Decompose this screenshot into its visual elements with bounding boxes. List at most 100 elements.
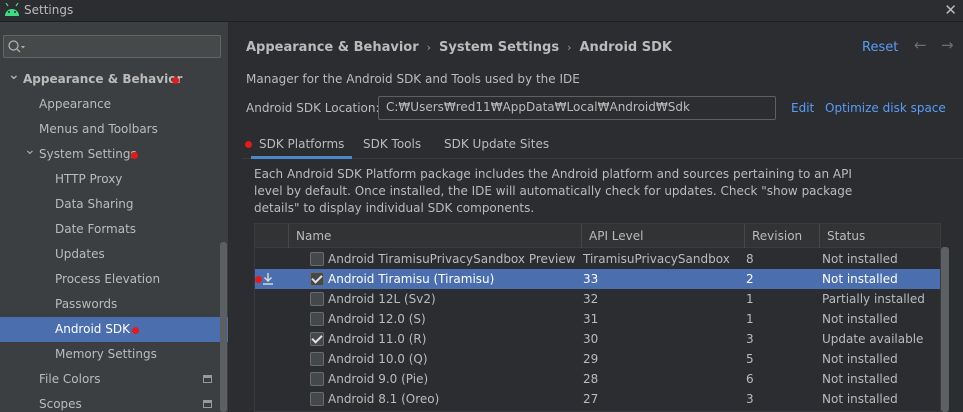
sidebar-item-label: Date Formats [55,222,137,236]
cell-api: 27 [583,392,599,406]
download-icon [263,273,273,285]
marker-dot [255,276,262,283]
sidebar-item-label: Appearance & Behavior [23,72,183,86]
platform-checkbox[interactable] [310,312,324,326]
table-row[interactable]: Android 12.0 (S) 31 1 Not installed [255,309,940,329]
cell-name: Android 12.0 (S) [328,312,426,326]
breadcrumb-item: Android SDK [579,40,672,55]
tab-sdk-update-sites[interactable]: SDK Update Sites [436,132,557,159]
sidebar-item[interactable]: Android SDK [0,317,228,342]
sidebar-item-label: HTTP Proxy [55,172,123,186]
sidebar-item-label: Android SDK [55,322,130,336]
reset-link[interactable]: Reset [862,40,898,55]
chevron-down-icon[interactable]: ⌄ [24,138,36,163]
sidebar-item-label: Updates [55,247,105,261]
table-row[interactable]: Android 9.0 (Pie) 28 6 Not installed [255,369,940,389]
cell-status: Not installed [822,372,898,386]
cell-name: Android 8.1 (Oreo) [328,392,440,406]
table-row[interactable]: Android 11.0 (R) 30 3 Update available [255,329,940,349]
panel-description: Each Android SDK Platform package includ… [254,167,853,215]
cell-status: Partially installed [822,292,925,306]
close-icon[interactable]: ✕ [944,1,957,19]
breadcrumb-separator: › [426,41,432,54]
sidebar-item[interactable]: Data Sharing [0,192,228,217]
cell-status: Not installed [822,272,898,286]
platform-checkbox[interactable] [310,332,324,346]
edit-location-link[interactable]: Edit [791,101,814,115]
sdk-platforms-table: Name API Level Revision Status Android T… [254,223,941,412]
cell-api: 32 [583,292,599,306]
sidebar-item[interactable]: HTTP Proxy [0,167,228,192]
sidebar-item-label: Passwords [55,297,118,311]
sidebar-item[interactable]: Passwords [0,292,228,317]
cell-revision: 1 [746,312,754,326]
platform-checkbox[interactable] [310,252,324,266]
cell-status: Not installed [822,252,898,266]
cell-status: Not installed [822,392,898,406]
table-header: Name API Level Revision Status [255,224,940,248]
column-header-name[interactable]: Name [288,224,578,248]
sdk-tabs: SDK Platforms SDK Tools SDK Update Sites [242,132,963,159]
breadcrumb-item[interactable]: System Settings [439,40,559,55]
platform-checkbox[interactable] [310,272,324,286]
table-row[interactable]: Android TiramisuPrivacySandbox Preview Ti… [255,249,940,269]
table-row[interactable]: Android 10.0 (Q) 29 5 Not installed [255,349,940,369]
forward-arrow-icon[interactable]: → [941,36,954,54]
cell-name: Android 9.0 (Pie) [328,372,429,386]
sdk-description: Manager for the Android SDK and Tools us… [246,72,580,86]
platform-checkbox[interactable] [310,352,324,366]
cell-api: 33 [583,272,599,286]
cell-api: 30 [583,332,599,346]
sidebar-item[interactable]: ⌄ Appearance & Behavior [0,67,228,92]
settings-tree: ⌄ Appearance & Behavior Appearance Menus an… [0,67,228,412]
project-scope-icon [203,375,212,383]
sidebar-item[interactable]: Memory Settings [0,342,228,367]
table-scrollbar[interactable] [941,247,949,412]
cell-revision: 3 [746,392,754,406]
table-row[interactable]: Android 12L (Sv2) 32 1 Partially installed [255,289,940,309]
platform-checkbox[interactable] [310,392,324,406]
table-row[interactable]: Android 8.1 (Oreo) 27 3 Not installed [255,389,940,409]
chevron-down-icon[interactable]: ⌄ [8,63,20,88]
cell-name: Android 10.0 (Q) [328,352,428,366]
window-title: Settings [24,3,74,17]
search-input[interactable] [3,35,221,58]
cell-status: Not installed [822,352,898,366]
breadcrumb-item[interactable]: Appearance & Behavior [246,40,419,55]
column-header-revision[interactable]: Revision [744,224,819,248]
cell-api: TiramisuPrivacySandbox [583,252,730,266]
sidebar-item-label: Memory Settings [55,347,157,361]
cell-name: Android 12L (Sv2) [328,292,436,306]
sidebar-item-label: Menus and Toolbars [39,122,158,136]
sidebar-item-label: Appearance [39,97,112,111]
column-header-api-level[interactable]: API Level [581,224,743,248]
sidebar-scrollbar[interactable] [220,242,227,412]
settings-sidebar: ⌄ Appearance & Behavior Appearance Menus an… [0,22,229,412]
cell-name: Android Tiramisu (Tiramisu) [328,272,495,286]
sidebar-item[interactable]: ⌄ System Settings [0,142,228,167]
platform-checkbox[interactable] [310,372,324,386]
sidebar-item[interactable]: Appearance [0,92,228,117]
sidebar-item[interactable]: File Colors [0,367,228,392]
marker-dot [132,327,139,334]
tab-sdk-tools[interactable]: SDK Tools [355,132,429,159]
tab-sdk-platforms[interactable]: SDK Platforms [251,132,353,159]
sidebar-item[interactable]: Date Formats [0,217,228,242]
cell-revision: 2 [746,272,754,286]
cell-api: 28 [583,372,599,386]
platform-checkbox[interactable] [310,292,324,306]
cell-name: Android 11.0 (R) [328,332,427,346]
search-icon [8,40,25,53]
column-header-status[interactable]: Status [819,224,939,248]
optimize-disk-space-link[interactable]: Optimize disk space [825,101,946,115]
sidebar-item[interactable]: Process Elevation [0,267,228,292]
sidebar-item[interactable]: Updates [0,242,228,267]
sidebar-item[interactable]: Scopes [0,392,228,412]
sdk-location-field[interactable]: C:₩Users₩red11₩AppData₩Local₩Android₩Sdk [378,96,776,120]
cell-api: 31 [583,312,599,326]
cell-status: Not installed [822,312,898,326]
sdk-location-label: Android SDK Location: [246,101,380,115]
table-row[interactable]: Android Tiramisu (Tiramisu) 33 2 Not instal… [255,269,940,289]
back-arrow-icon[interactable]: ← [914,36,927,54]
cell-name: Android TiramisuPrivacySandbox Preview [328,252,576,266]
